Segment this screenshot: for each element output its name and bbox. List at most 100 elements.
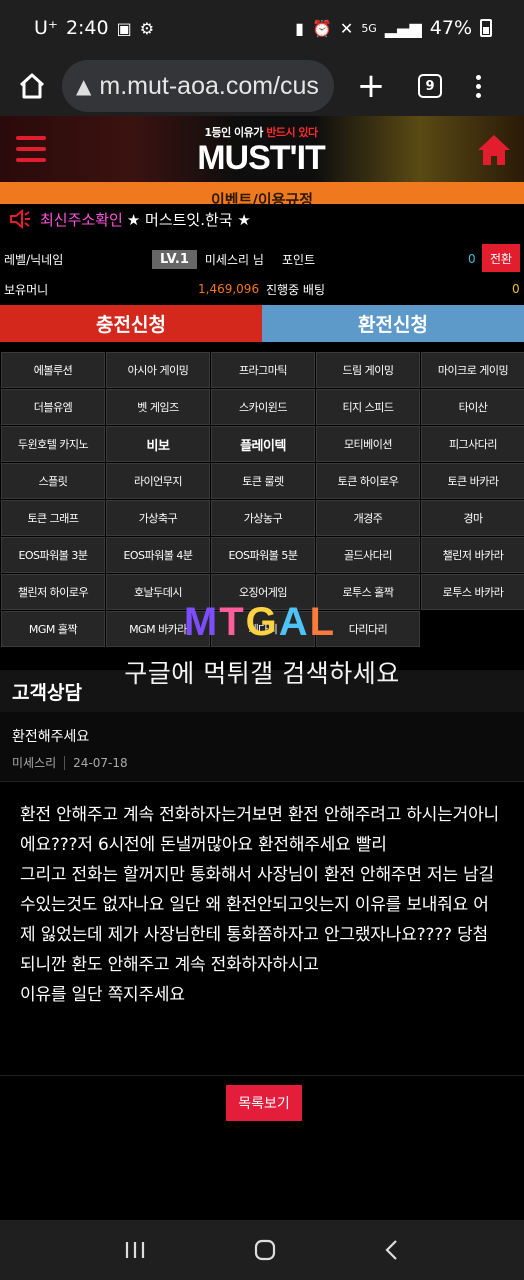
game-menu-item[interactable]: 비보 — [106, 426, 210, 462]
site-home-icon[interactable] — [476, 132, 512, 168]
game-menu-item[interactable]: 피그사다리 — [421, 426, 524, 462]
game-menu-item[interactable]: 토큰 하이로우 — [316, 463, 420, 499]
post-title: 환전해주세요 — [12, 729, 90, 745]
hamburger-menu-icon[interactable] — [16, 136, 46, 162]
game-menu-item[interactable]: 골드사다리 — [316, 537, 420, 573]
game-menu-item[interactable]: 벳 게임즈 — [106, 389, 210, 425]
battery-icon — [480, 19, 492, 37]
settings-gear-icon: ⚙ — [139, 18, 155, 38]
watermark-text: 구글에 먹튀갤 검색하세요 — [124, 659, 400, 688]
carrier-label: U⁺ — [34, 17, 58, 39]
level-label: 레벨/닉네임 — [4, 252, 64, 267]
mute-icon: ✕ — [339, 18, 354, 38]
browser-home-button[interactable] — [14, 68, 50, 104]
watermark-letter: G — [245, 599, 279, 644]
notice-marquee: 최신주소확인 ★ 머스트잇.한국 ★ — [0, 204, 524, 234]
tab-switcher-button[interactable]: 9 — [418, 74, 442, 98]
post-body-paragraph: 이유를 일단 쪽지주세요 — [20, 985, 185, 1005]
new-tab-button[interactable]: + — [356, 66, 386, 106]
battery-saver-icon: ▮ — [295, 18, 304, 38]
system-nav-bar — [0, 1220, 524, 1280]
game-menu-item[interactable]: 프라그마틱 — [211, 352, 315, 388]
user-info-row-1: 레벨/닉네임 LV.1 미세스리 님 포인트 0 전환 — [0, 244, 524, 274]
game-menu-item[interactable]: 가상농구 — [211, 500, 315, 536]
post-body-paragraph: 그리고 전화는 할꺼지만 통화해서 사장님이 환전 안해주면 저는 남길수있는것… — [20, 865, 494, 975]
game-menu-item[interactable]: 두윈호텔 카지노 — [1, 426, 105, 462]
post-body: 환전 안해주고 계속 전화하자는거보면 환전 안해주려고 하시는거아니에요???… — [0, 782, 524, 1076]
site-header: 1등인 이유가 반드시 있다 MUST'IT — [0, 116, 524, 182]
game-menu-item[interactable]: EOS파워볼 5분 — [211, 537, 315, 573]
game-menu-item[interactable]: 챌린저 바카라 — [421, 537, 524, 573]
post-header: 환전해주세요 미세스리 24-07-18 — [0, 712, 524, 782]
game-menu-item[interactable]: 로투스 바카라 — [421, 574, 524, 610]
game-menu-item[interactable]: 스플릿 — [1, 463, 105, 499]
game-menu-item[interactable]: 플레이텍 — [211, 426, 315, 462]
watermark-letter: A — [278, 599, 310, 644]
meta-divider — [64, 755, 66, 770]
browser-toolbar: ▲ m.mut-aoa.com/cus + 9 — [0, 56, 524, 116]
clock: 2:40 — [65, 17, 109, 39]
game-menu-item[interactable]: 가상축구 — [106, 500, 210, 536]
home-icon — [19, 73, 45, 99]
game-menu-item[interactable]: 라이언무지 — [106, 463, 210, 499]
megaphone-icon — [10, 209, 30, 229]
watermark-logo: MTGAL — [170, 600, 350, 644]
game-menu-item[interactable]: MGM 홀짝 — [1, 611, 105, 647]
watermark-letter: L — [309, 599, 337, 644]
gallery-icon: ▣ — [116, 18, 132, 38]
game-menu-item[interactable]: EOS파워볼 3분 — [1, 537, 105, 573]
game-menu-item[interactable]: 타이산 — [421, 389, 524, 425]
game-menu-item[interactable]: 토큰 바카라 — [421, 463, 524, 499]
back-icon[interactable] — [384, 1239, 400, 1261]
game-menu-item[interactable]: 드림 게이밍 — [316, 352, 420, 388]
watermark-letter: M — [183, 599, 220, 644]
level-badge: LV.1 — [152, 249, 197, 269]
game-menu-item[interactable]: 더블유엠 — [1, 389, 105, 425]
back-to-list-button[interactable]: 목록보기 — [226, 1085, 302, 1121]
user-info-row-2: 보유머니 1,469,096 진행중 배팅 0 — [0, 274, 524, 304]
nickname: 미세스리 님 — [204, 252, 264, 267]
site-logo[interactable]: 1등인 이유가 반드시 있다 MUST'IT — [176, 124, 346, 176]
home-nav-icon[interactable] — [253, 1238, 277, 1262]
not-secure-warning-icon[interactable]: ▲ — [76, 74, 91, 98]
points-label: 포인트 — [282, 252, 316, 267]
event-banner-label: 이벤트/이용규정 — [210, 191, 314, 204]
game-menu-item[interactable]: 마이크로 게이밍 — [421, 352, 524, 388]
game-menu-item[interactable]: 에볼루션 — [1, 352, 105, 388]
address-bar[interactable]: ▲ m.mut-aoa.com/cus — [62, 60, 334, 112]
pending-bet-value: 0 — [512, 282, 520, 296]
event-banner[interactable]: 이벤트/이용규정 — [0, 182, 524, 204]
browser-menu-button[interactable] — [476, 74, 481, 98]
post-date: 24-07-18 — [73, 755, 128, 770]
game-menu-item[interactable]: 토큰 룰렛 — [211, 463, 315, 499]
alarm-icon: ⏰ — [311, 18, 332, 38]
post-meta: 미세스리 24-07-18 — [12, 754, 512, 771]
deposit-request-button[interactable]: 충전신청 — [0, 305, 262, 342]
signal-icon: ▂▄▆ — [384, 18, 422, 38]
game-menu-item[interactable]: 티지 스피드 — [316, 389, 420, 425]
game-menu-item[interactable]: 챌린저 하이로우 — [1, 574, 105, 610]
network-label: 5G — [361, 21, 377, 35]
notice-pink-text: 최신주소확인 — [40, 210, 123, 229]
post-body-paragraph: 환전 안해주고 계속 전화하자는거보면 환전 안해주려고 하시는거아니에요???… — [20, 805, 499, 855]
game-menu-item[interactable]: 스카이윈드 — [211, 389, 315, 425]
points-swap-button[interactable]: 전환 — [482, 244, 520, 272]
money-value: 1,469,096 — [198, 282, 260, 296]
post-author: 미세스리 — [12, 756, 57, 770]
game-menu-item[interactable]: 모티베이션 — [316, 426, 420, 462]
status-bar: U⁺ 2:40 ▣ ⚙ ▮ ⏰ ✕ 5G ▂▄▆ 47% — [0, 0, 524, 56]
money-label: 보유머니 — [4, 282, 49, 297]
deposit-withdraw-bar: 충전신청 환전신청 — [0, 305, 524, 342]
withdraw-request-button[interactable]: 환전신청 — [262, 305, 524, 342]
game-menu-item[interactable]: 개경주 — [316, 500, 420, 536]
notice-white-text: ★ 머스트잇.한국 ★ — [126, 210, 251, 229]
url-text: m.mut-aoa.com/cus — [99, 71, 319, 100]
pending-bet-label: 진행중 배팅 — [266, 282, 326, 297]
game-menu-item[interactable]: 경마 — [421, 500, 524, 536]
game-menu-item[interactable]: 토큰 그래프 — [1, 500, 105, 536]
game-menu-item[interactable]: 아시아 게이밍 — [106, 352, 210, 388]
game-menu-item[interactable]: EOS파워볼 4분 — [106, 537, 210, 573]
logo-text: MUST'IT — [197, 139, 326, 177]
recent-apps-icon[interactable] — [124, 1240, 146, 1260]
battery-percent: 47% — [429, 17, 472, 39]
